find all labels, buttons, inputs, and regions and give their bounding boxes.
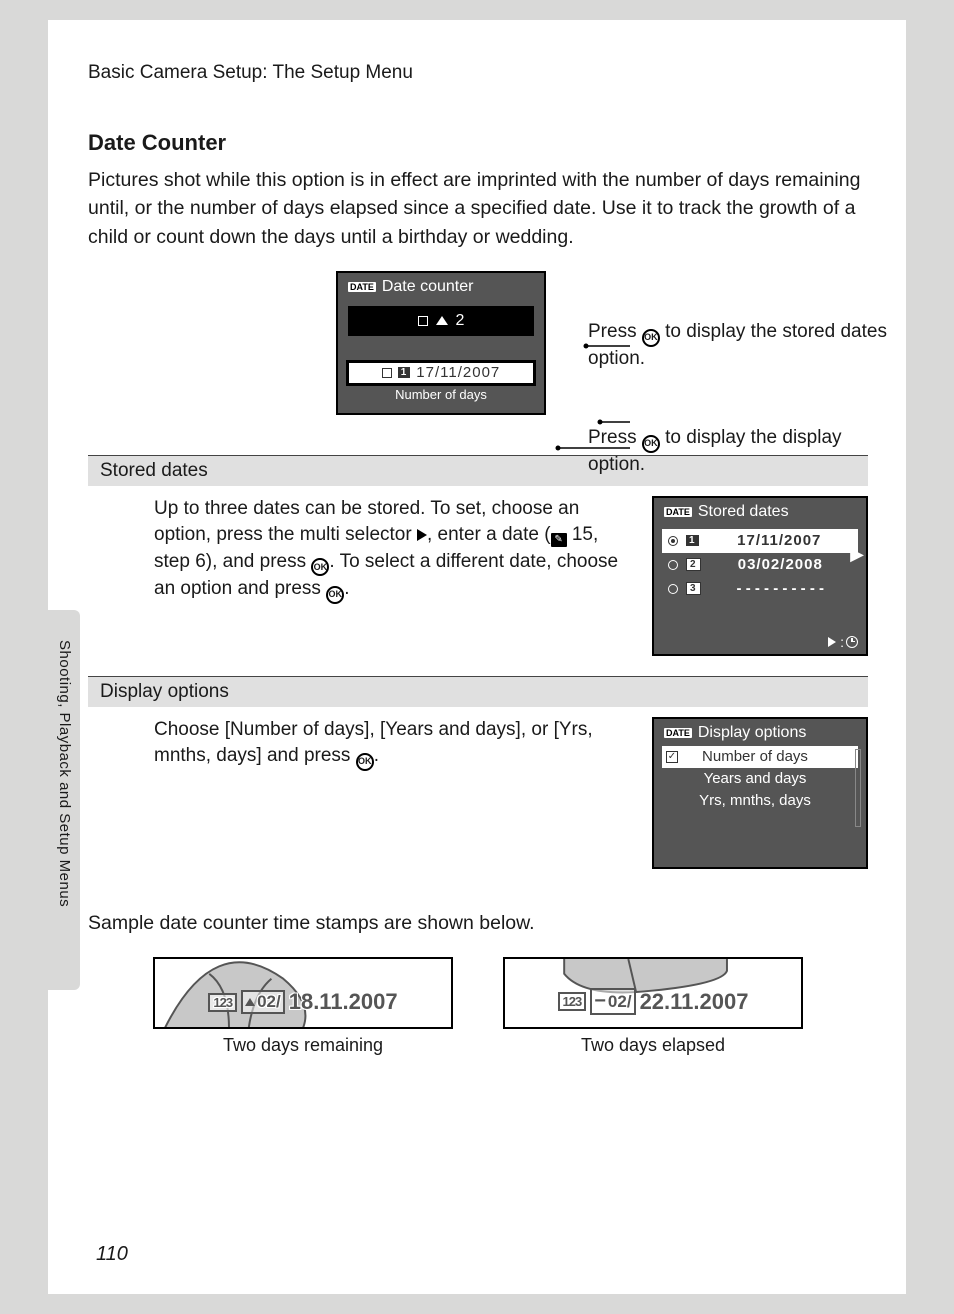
ok-icon: OK [642,329,660,347]
page-ref-icon: ✎ [551,533,567,547]
sample-caption: Two days remaining [153,1035,453,1056]
ok-icon: OK [326,586,344,604]
slot-number: 2 [456,312,465,330]
lcd-title-text: Date counter [382,278,474,296]
stored-date-row: 2 03/02/2008 [662,553,858,577]
lcd-stored-dates: DATE Stored dates 1 17/11/2007 2 03/02/2… [652,496,868,656]
radio-selected-icon [668,536,678,546]
up-triangle-icon [436,316,448,325]
section-header-display-options: Display options [88,676,868,707]
scrollbar [855,749,861,827]
display-option-row: Yrs, mnths, days [662,790,858,812]
check-icon: ✓ [666,751,678,763]
sample-intro: Sample date counter time stamps are show… [88,909,868,937]
stored-date-value: 03/02/2008 [709,556,852,573]
lcd-row-slot2: 2 [348,306,534,336]
play-icon [828,637,836,647]
intro-paragraph: Pictures shot while this option is in ef… [88,166,868,251]
page-title: Date Counter [88,130,868,156]
radio-icon [668,560,678,570]
date-stamp-icon [418,316,428,326]
stamp-counter: 02/ [241,990,285,1014]
date-stamp-icon [382,368,392,378]
callout-display-option: Press OK to display the display option. [588,426,898,478]
date-badge-icon: DATE [348,282,376,292]
stored-dates-text: Up to three dates can be stored. To set,… [154,496,632,656]
page-number: 110 [96,1243,128,1266]
stored-date-value: 17/11/2007 [707,532,852,549]
lcd-display-options: DATE Display options ✓ Number of days Ye… [652,717,868,869]
ok-icon: OK [311,558,329,576]
display-options-text: Choose [Number of days], [Years and days… [154,717,632,869]
slot-badge: 3 [686,582,701,595]
display-option-label: Years and days [666,770,854,787]
date-badge-icon: DATE [664,507,692,517]
display-option-row: Years and days [662,768,858,790]
display-option-row: ✓ Number of days [662,746,858,768]
ok-icon: OK [356,753,374,771]
stamp-tag: 123 [558,992,587,1011]
up-triangle-icon [245,998,255,1006]
sample-caption: Two days elapsed [503,1035,803,1056]
arrow-icon: − [594,990,606,1013]
date-badge-icon: DATE [664,728,692,738]
lcd-title-text: Display options [698,724,807,742]
slot-date: 17/11/2007 [416,364,500,381]
stamp-date: 22.11.2007 [640,989,749,1015]
clock-icon [846,636,858,648]
stored-date-row: 3 - - - - - - - - - - [662,577,858,601]
sample-remaining: 123 02/ 18.11.2007 Two days remaining [153,957,453,1056]
right-arrow-icon: ▶ [850,544,864,565]
stamp-tag: 123 [208,993,237,1012]
side-section-label: Shooting, Playback and Setup Menus [56,640,73,907]
stamp-date: 18.11.2007 [289,989,398,1015]
lcd-row-slot1-selected: 1 17/11/2007 [349,363,533,383]
right-triangle-icon [417,529,427,541]
stored-date-row: 1 17/11/2007 [662,529,858,553]
stored-date-value: - - - - - - - - - - [709,580,852,597]
lcd-footer-icons: : [828,634,858,650]
slot-badge: 1 [398,367,411,378]
slot-badge: 1 [686,535,699,546]
radio-icon [668,584,678,594]
lcd-title-text: Stored dates [698,503,789,521]
display-option-label: Yrs, mnths, days [666,792,854,809]
sample-elapsed: 123 −02/ 22.11.2007 Two days elapsed [503,957,803,1056]
stamp-counter: −02/ [590,988,635,1015]
display-option-label: Number of days [666,748,854,765]
slot-badge: 2 [686,558,701,571]
ok-icon: OK [642,435,660,453]
callout-stored-dates: Press OK to display the stored dates opt… [588,320,898,372]
breadcrumb: Basic Camera Setup: The Setup Menu [88,62,868,84]
